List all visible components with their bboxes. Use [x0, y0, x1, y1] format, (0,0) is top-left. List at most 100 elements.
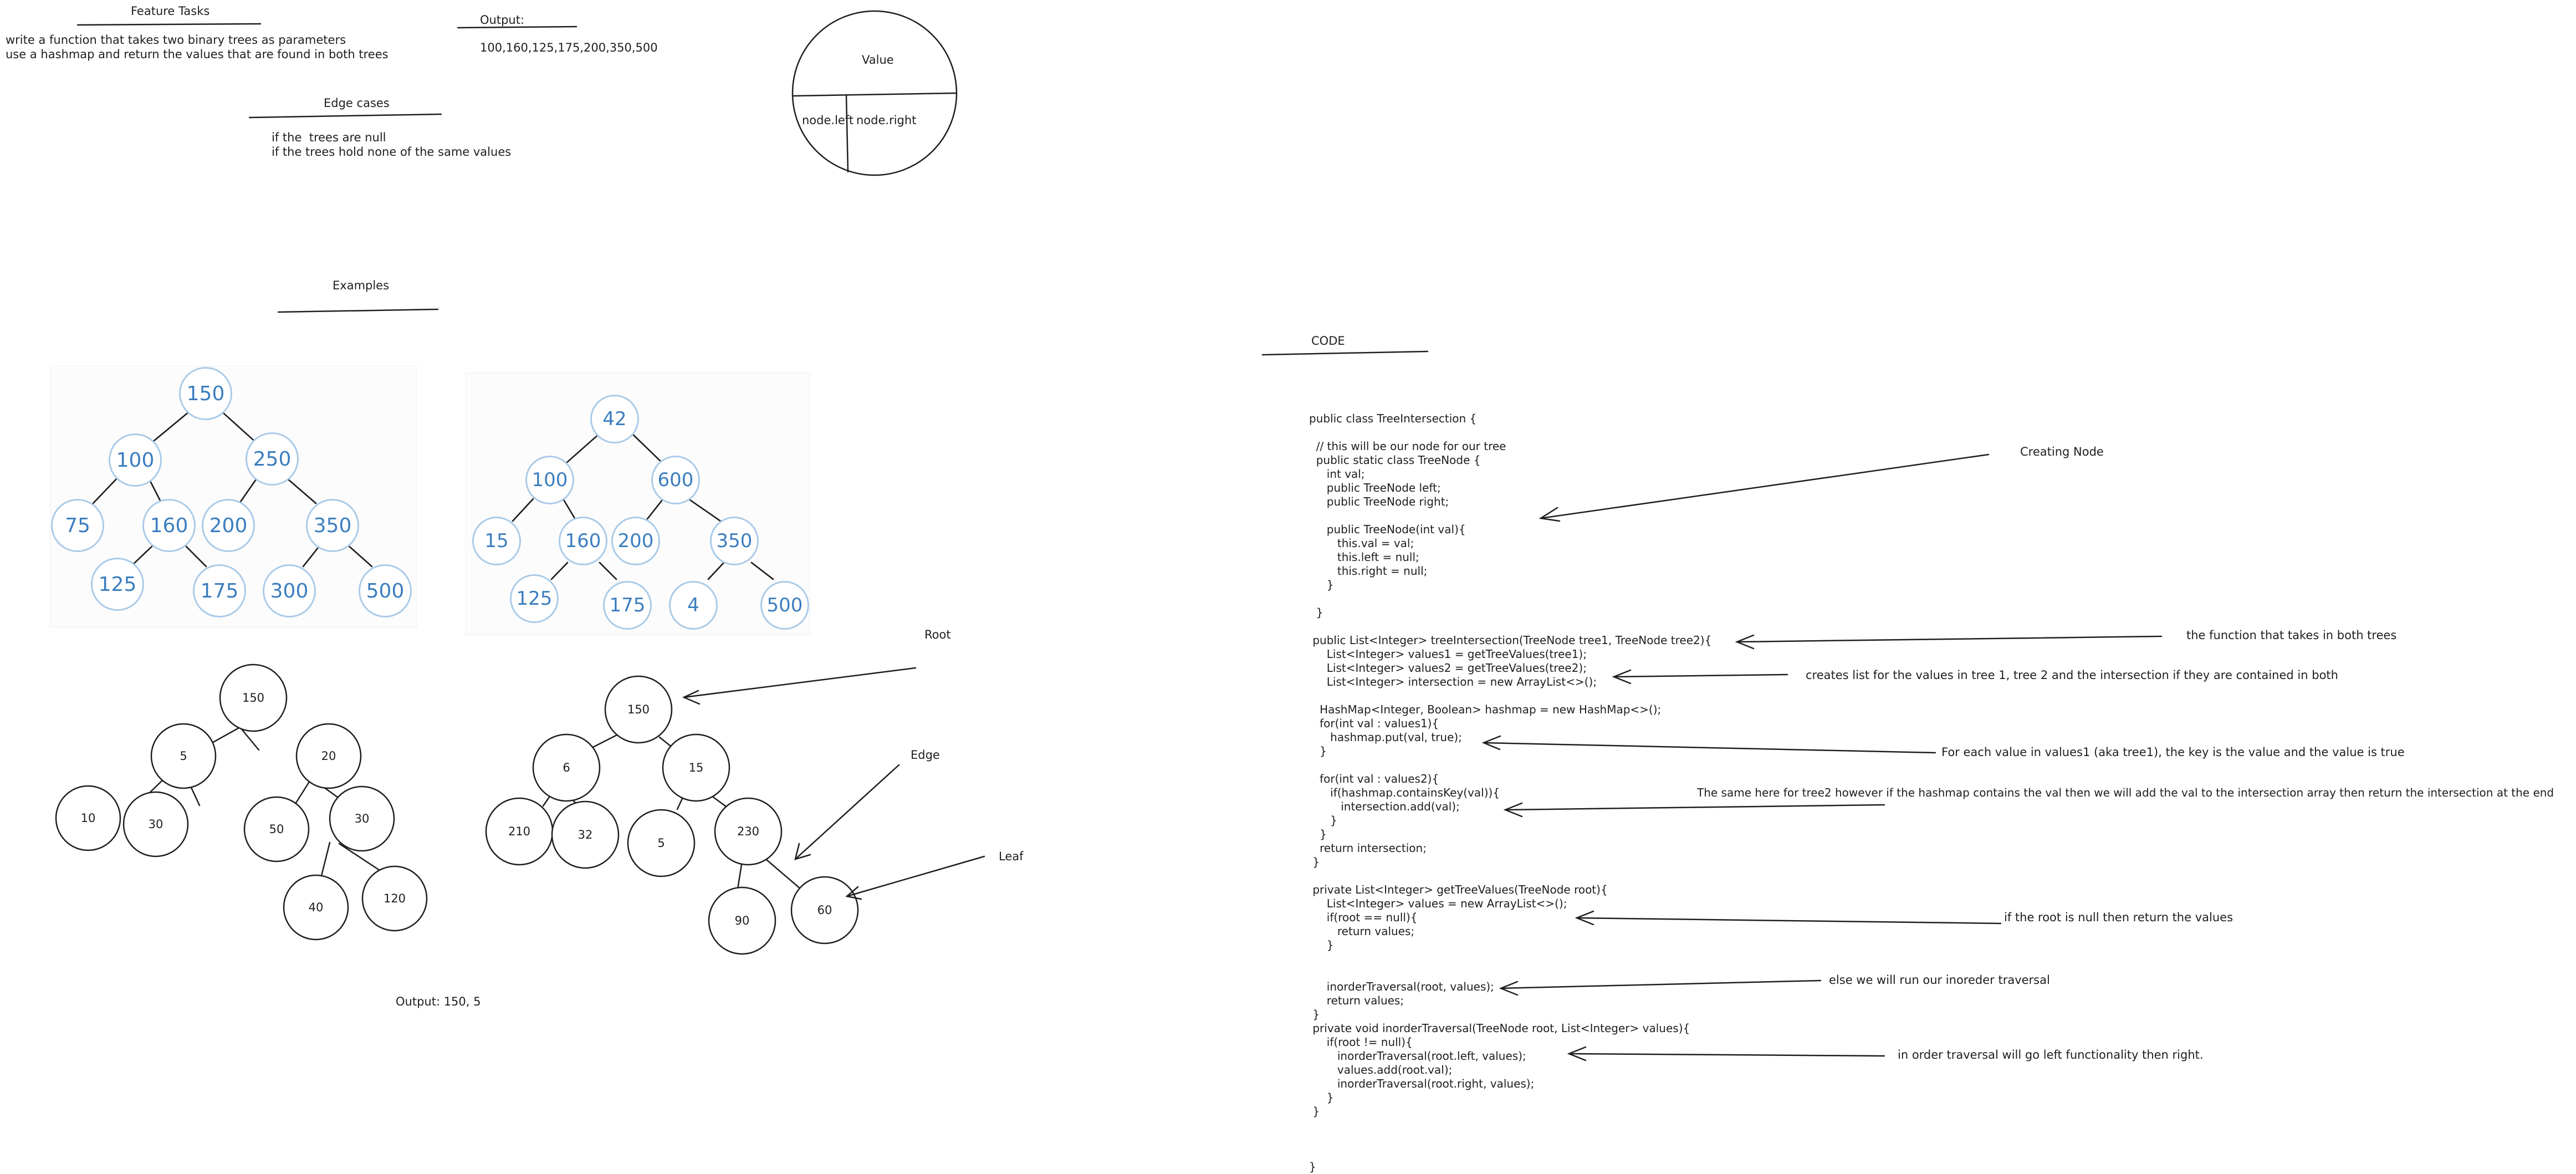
code-line: List<Integer> values2 = getTreeValues(tr… [1309, 661, 1587, 675]
code-line: this.left = null; [1309, 550, 1419, 564]
hand-tree-b-value: 90 [734, 914, 750, 927]
examples-underline [277, 308, 439, 313]
code-line: } [1309, 828, 1327, 841]
root-label: Root [924, 628, 951, 641]
annotation-creates-list: creates list for the values in tree 1, t… [1806, 668, 2338, 682]
hand-tree-b-value: 230 [737, 825, 760, 838]
code-line: } [1309, 744, 1327, 758]
code-line: this.val = val; [1309, 537, 1414, 550]
code-line: } [1309, 1091, 1334, 1104]
hand-tree-b-value: 150 [627, 703, 650, 716]
leaf-label: Leaf [999, 850, 1024, 863]
tree1-node: 160 [142, 499, 196, 552]
code-line: public class TreeIntersection { [1309, 412, 1477, 425]
code-line: List<Integer> intersection = new ArrayLi… [1309, 675, 1597, 688]
root-arrow [683, 667, 917, 698]
tree2-node: 500 [760, 581, 809, 630]
feature-tasks-underline [76, 23, 262, 26]
code-line: List<Integer> values = new ArrayList<>()… [1309, 897, 1567, 910]
code-line: for(int val : values2){ [1309, 772, 1439, 785]
tree1-node: 100 [109, 433, 162, 487]
tree1-node: 75 [51, 499, 104, 552]
tree1-node: 250 [246, 432, 299, 486]
code-line: List<Integer> values1 = getTreeValues(tr… [1309, 647, 1587, 661]
tree2-node: 100 [525, 456, 574, 504]
code-line: // this will be our node for our tree [1309, 440, 1506, 453]
hand-tree-a-value: 120 [383, 892, 406, 905]
annotation-creating-node: Creating Node [2020, 445, 2104, 458]
code-line: public List<Integer> treeIntersection(Tr… [1309, 634, 1712, 647]
code-line: } [1309, 1105, 1320, 1118]
node-legend-value: Value [862, 53, 894, 67]
hand-tree-a-value: 5 [180, 749, 187, 763]
edge-arrow [794, 764, 900, 860]
code-underline [1261, 350, 1429, 356]
code-line: public static class TreeNode { [1309, 453, 1481, 467]
edge-case-1: if the trees are null [272, 131, 386, 144]
node-legend-divider-h [793, 92, 958, 97]
code-line: } [1309, 606, 1323, 619]
whiteboard-canvas: Feature Tasks write a function that take… [0, 0, 2576, 1173]
tree1-node: 150 [179, 367, 232, 420]
annotation-same-here: The same here for tree2 however if the h… [1697, 786, 2554, 799]
tree2-node: 4 [669, 581, 718, 630]
output-value: 100,160,125,175,200,350,500 [480, 41, 658, 54]
tree2-node: 600 [651, 456, 700, 504]
hand-tree-a-value: 50 [269, 823, 284, 836]
code-line: private void inorderTraversal(TreeNode r… [1309, 1022, 1690, 1035]
code-line: intersection.add(val); [1309, 800, 1460, 813]
annotation-root-null: if the root is null then return the valu… [2004, 911, 2233, 924]
hand-tree-b-value: 5 [657, 836, 665, 850]
code-line: values.add(root.val); [1309, 1063, 1453, 1076]
examples-title: Examples [333, 279, 390, 292]
code-line: public TreeNode(int val){ [1309, 523, 1466, 536]
node-legend-right: node.right [856, 114, 917, 127]
code-line: private List<Integer> getTreeValues(Tree… [1309, 883, 1608, 896]
code-line: } [1309, 578, 1334, 591]
edge-label: Edge [911, 748, 940, 762]
code-line: inorderTraversal(root.right, values); [1309, 1077, 1535, 1090]
edge-cases-title: Edge cases [324, 96, 390, 110]
code-line: if(hashmap.containsKey(val)){ [1309, 786, 1500, 799]
code-line: } [1309, 814, 1337, 827]
tree2-node: 15 [472, 517, 521, 565]
leaf-arrow [846, 855, 985, 897]
feature-tasks-title: Feature Tasks [131, 4, 210, 18]
code-line: } [1309, 1008, 1320, 1021]
edge-cases-underline [248, 113, 442, 119]
tree1-node: 350 [306, 499, 359, 552]
annotation-function-both-trees: the function that takes in both trees [2186, 629, 2397, 642]
tree2-node: 42 [590, 395, 639, 443]
code-line: for(int val : values1){ [1309, 717, 1439, 730]
code-line: return intersection; [1309, 841, 1427, 855]
code-line: int val; [1309, 467, 1365, 481]
tree1-node: 200 [202, 499, 255, 552]
feature-tasks-line-2: use a hashmap and return the values that… [6, 48, 389, 61]
code-line: this.right = null; [1309, 564, 1428, 578]
hand-tree-a-value: 150 [242, 691, 265, 705]
node-legend-divider-v [845, 94, 849, 173]
edge-case-2: if the trees hold none of the same value… [272, 145, 512, 159]
tree1-node: 500 [359, 564, 412, 617]
tree2-node: 200 [611, 517, 660, 565]
hand-tree-b-value: 60 [817, 904, 832, 917]
tree2-node: 160 [559, 517, 607, 565]
hand-tree-b-value: 6 [563, 761, 570, 774]
code-line: } [1309, 938, 1334, 952]
tree1-node: 125 [91, 558, 144, 611]
feature-tasks-line-1: write a function that takes two binary t… [6, 33, 346, 47]
code-line: HashMap<Integer, Boolean> hashmap = new … [1309, 703, 1662, 716]
code-line: return values; [1309, 925, 1415, 938]
tree2-node: 175 [603, 581, 652, 630]
hand-tree-a-value: 30 [148, 818, 163, 831]
hand-tree-b-value: 210 [508, 825, 531, 838]
tree2-node: 125 [510, 574, 559, 623]
code-line: return values; [1309, 994, 1404, 1007]
hand-tree-b-value: 32 [577, 828, 593, 841]
node-legend-left: node.left [802, 114, 854, 127]
code-title: CODE [1311, 334, 1345, 348]
hand-tree-a-value: 30 [354, 812, 370, 825]
code-line: if(root != null){ [1309, 1035, 1413, 1049]
annotation-in-order: in order traversal will go left function… [1898, 1048, 2204, 1061]
tree1-node: 175 [193, 564, 246, 617]
